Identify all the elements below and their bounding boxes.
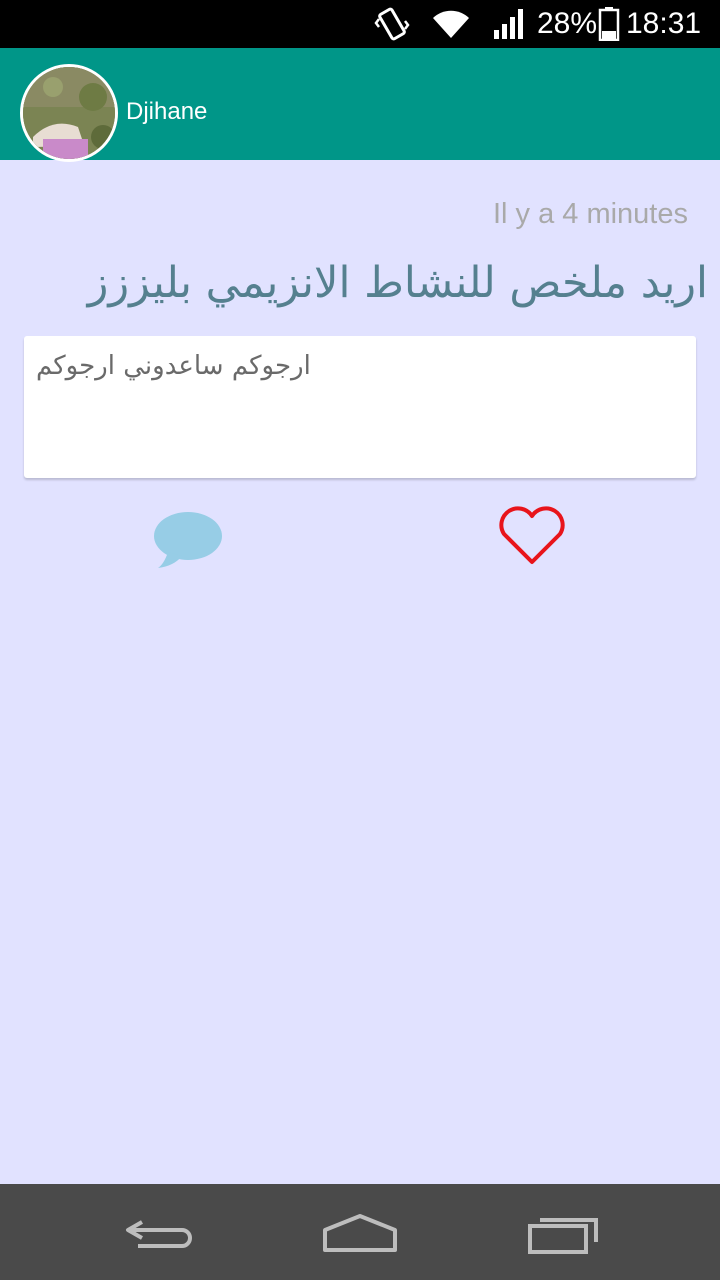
status-bar: 28% 18:31 [0, 0, 720, 48]
user-name[interactable]: Djihane [126, 96, 207, 128]
wifi-icon [433, 10, 469, 38]
vibrate-icon [374, 7, 410, 41]
clock: 18:31 [626, 7, 702, 40]
avatar[interactable] [20, 64, 118, 162]
app-header: Djihane [0, 48, 720, 162]
comment-button[interactable] [150, 508, 226, 572]
like-button[interactable] [494, 504, 570, 568]
navigation-bar [0, 1184, 720, 1280]
back-button[interactable] [116, 1208, 206, 1258]
signal-icon [494, 9, 523, 39]
post-body: ارجوكم ساعدوني ارجوكم [36, 351, 311, 381]
post-title: اريد ملخص للنشاط الانزيمي بليززز [87, 258, 708, 308]
battery-percent: 28% [537, 7, 598, 40]
home-button[interactable] [315, 1208, 405, 1258]
recents-icon [528, 1218, 598, 1254]
comment-icon [154, 512, 222, 568]
recents-button[interactable] [518, 1208, 608, 1258]
back-icon [126, 1220, 192, 1248]
post-card: ارجوكم ساعدوني ارجوكم [24, 336, 696, 478]
post-timestamp: Il y a 4 minutes [492, 198, 688, 230]
battery-icon [598, 7, 620, 41]
heart-icon [499, 506, 565, 564]
avatar-photo [23, 67, 115, 159]
home-icon [323, 1214, 397, 1252]
